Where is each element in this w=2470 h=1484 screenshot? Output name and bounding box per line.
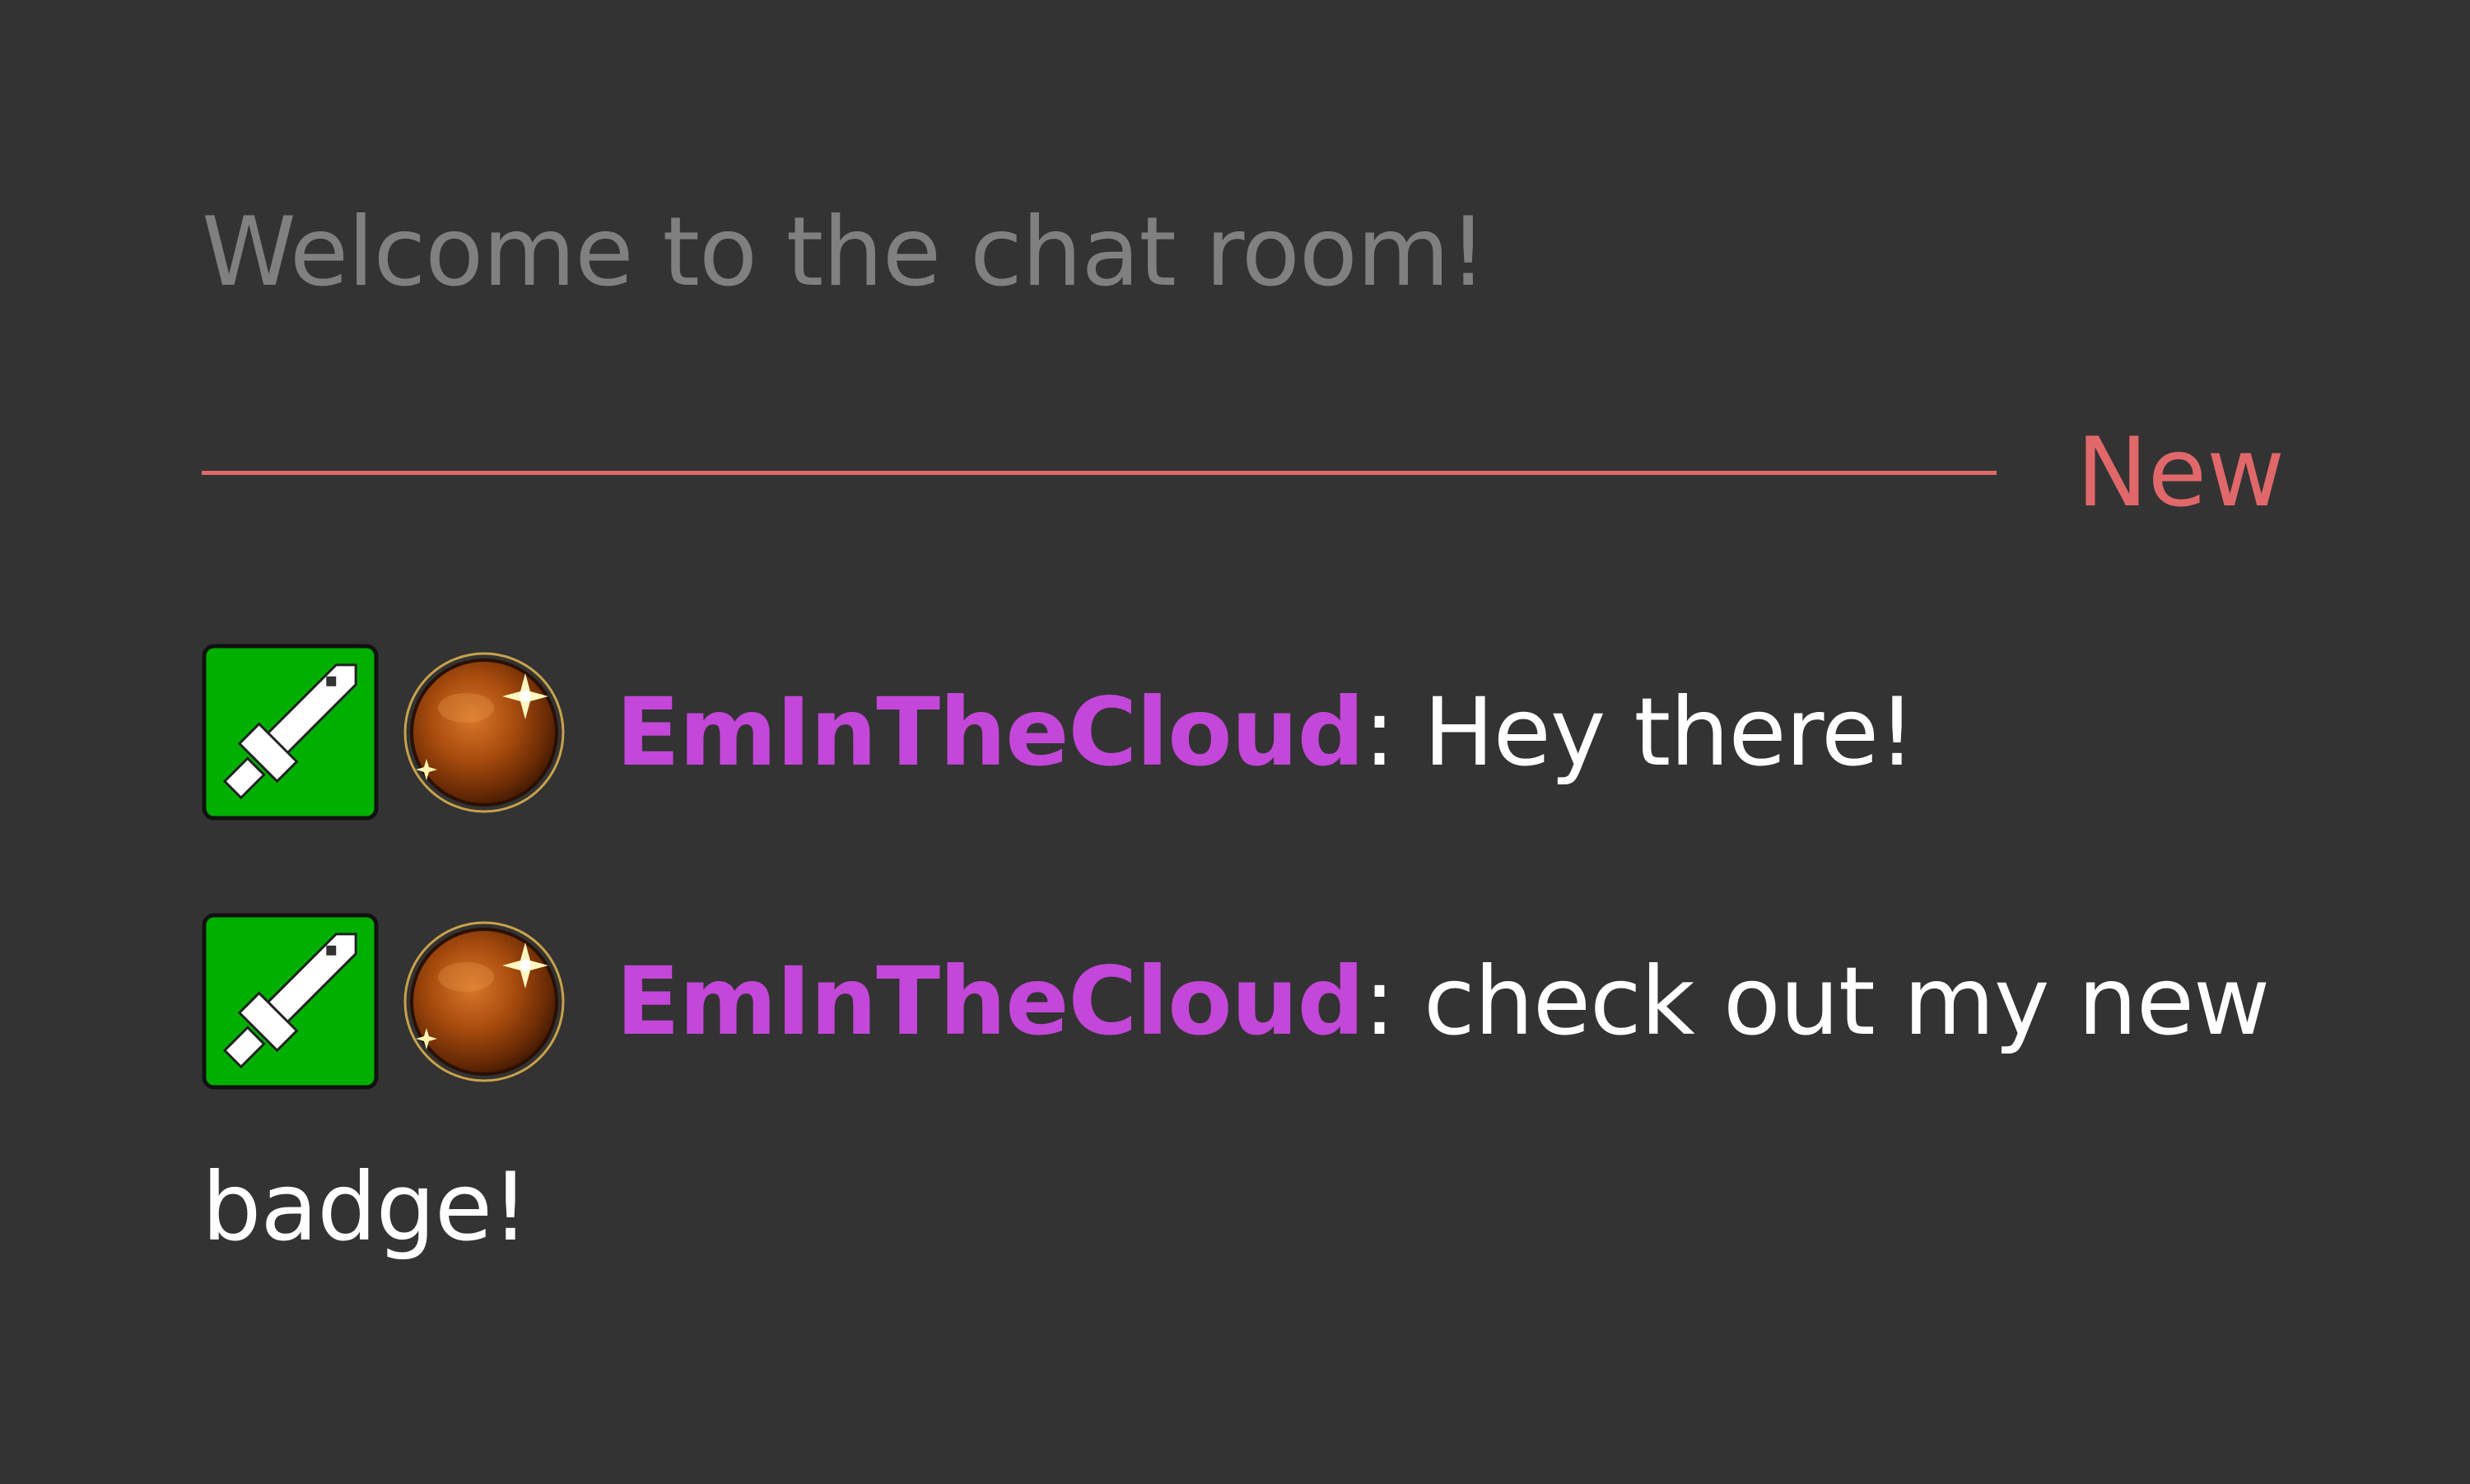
new-messages-divider: New bbox=[202, 420, 2285, 527]
chat-message: EmInTheCloud: check out my new badge! bbox=[202, 899, 2293, 1310]
welcome-message: Welcome to the chat room! bbox=[202, 197, 1487, 308]
sword-icon[interactable] bbox=[202, 644, 379, 821]
new-divider-line bbox=[202, 471, 1997, 475]
message-separator: : bbox=[1363, 677, 1395, 787]
orb-icon[interactable] bbox=[402, 650, 566, 815]
orb-icon[interactable] bbox=[402, 919, 566, 1084]
message-text: Hey there! bbox=[1394, 677, 1916, 787]
username[interactable]: EmInTheCloud bbox=[616, 947, 1364, 1056]
new-divider-label: New bbox=[2076, 417, 2285, 528]
chat-message: EmInTheCloud: Hey there! bbox=[202, 630, 2293, 835]
sword-icon[interactable] bbox=[202, 913, 379, 1090]
message-separator: : bbox=[1363, 947, 1395, 1056]
chat-panel: Welcome to the chat room! New EmInTheClo… bbox=[202, 0, 2285, 1484]
username[interactable]: EmInTheCloud bbox=[616, 677, 1364, 787]
